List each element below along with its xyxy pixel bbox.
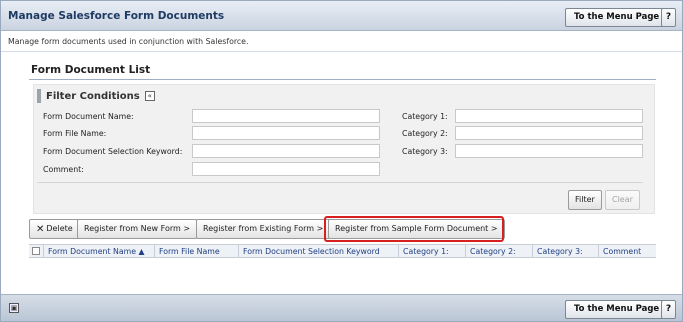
page-description: Manage form documents used in conjunctio… [8,37,249,46]
page-frame: Manage Salesforce Form Documents To the … [0,0,683,322]
category-3-label: Category 3: [402,147,448,156]
select-all-checkbox[interactable] [32,247,40,255]
filter-button[interactable]: Filter [568,190,602,210]
collapse-icon[interactable]: « [144,91,155,101]
delete-button[interactable]: ✕ Delete [29,219,80,239]
selection-keyword-input[interactable] [192,144,380,158]
filter-heading: Filter Conditions [46,90,140,102]
column-category-3[interactable]: Category 3: [532,245,598,258]
clear-button[interactable]: Clear [605,190,640,210]
column-form-file-name[interactable]: Form File Name [154,245,238,258]
comment-label: Comment: [43,165,84,174]
filter-divider [37,182,643,183]
comment-input[interactable] [192,162,380,176]
column-form-document-name[interactable]: Form Document Name ▲ [43,245,154,258]
form-document-name-input[interactable] [192,109,380,123]
highlight-box [324,216,504,242]
delete-label: Delete [46,224,73,233]
register-from-existing-form-button[interactable]: Register from Existing Form > [196,219,331,239]
top-header-bar: Manage Salesforce Form Documents To the … [1,1,682,31]
category-1-label: Category 1: [402,112,448,121]
help-button[interactable]: ? [661,8,676,27]
column-category-1[interactable]: Category 1: [398,245,465,258]
form-file-name-input[interactable] [192,126,380,140]
column-comment[interactable]: Comment [598,245,655,258]
panel-title: Form Document List [31,64,151,76]
divider [1,51,682,52]
table-header: Form Document Name ▲ Form File Name Form… [29,244,656,258]
category-1-input[interactable] [455,109,643,123]
selection-keyword-label: Form Document Selection Keyword: [43,147,183,156]
column-selection-keyword[interactable]: Form Document Selection Keyword [238,245,398,258]
page-icon[interactable]: ▣ [9,303,19,313]
footer-help-button[interactable]: ? [661,300,676,319]
section-bar [37,89,41,103]
page-title: Manage Salesforce Form Documents [8,10,225,22]
panel-divider [29,79,656,80]
filter-conditions-header: Filter Conditions « [37,89,155,103]
category-2-input[interactable] [455,126,643,140]
footer-to-menu-page-button[interactable]: To the Menu Page [565,300,669,319]
column-category-2[interactable]: Category 2: [465,245,532,258]
register-from-new-form-button[interactable]: Register from New Form > [77,219,198,239]
form-document-name-label: Form Document Name: [43,112,134,121]
delete-icon: ✕ [36,224,45,235]
category-3-input[interactable] [455,144,643,158]
category-2-label: Category 2: [402,129,448,138]
footer-bar: ▣ To the Menu Page ? [1,294,682,321]
form-file-name-label: Form File Name: [43,129,107,138]
to-menu-page-button[interactable]: To the Menu Page [565,8,669,27]
